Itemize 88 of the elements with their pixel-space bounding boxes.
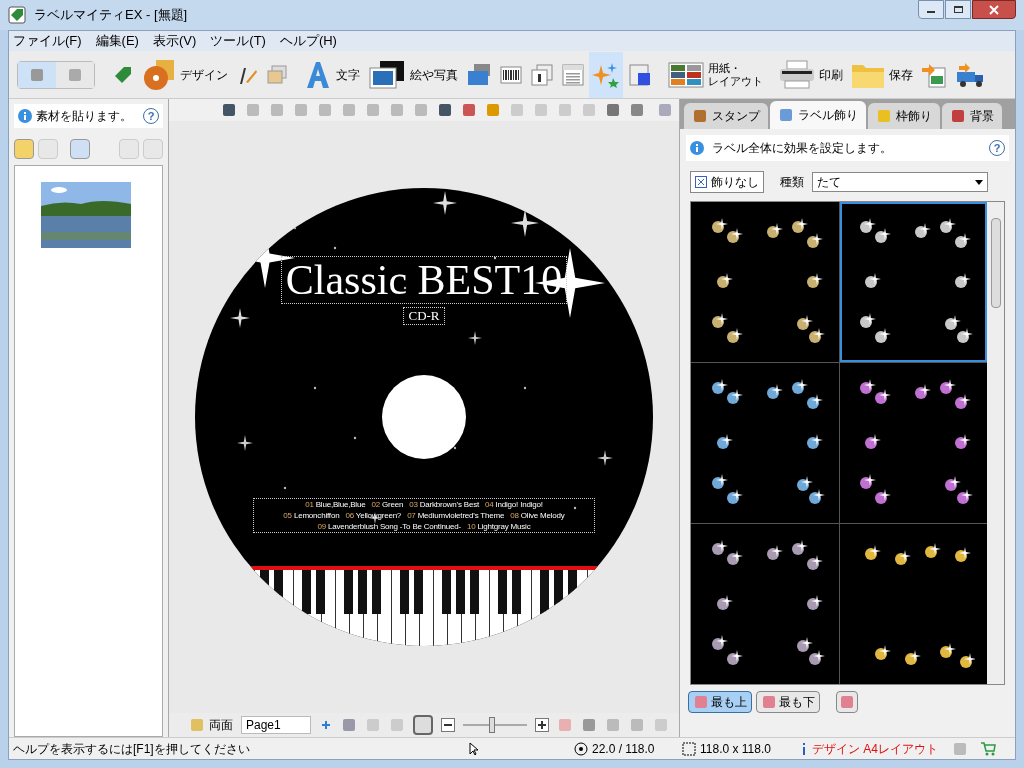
disc-title[interactable]: Classic BEST10 bbox=[280, 256, 568, 304]
info-text: ラベル全体に効果を設定します。 bbox=[712, 140, 892, 157]
decoration-thumbnail[interactable] bbox=[839, 524, 987, 684]
layout-status: デザイン A4レイアウト bbox=[812, 740, 939, 758]
barcode-icon bbox=[500, 65, 522, 84]
images-icon bbox=[266, 63, 288, 86]
paste-button[interactable] bbox=[70, 139, 90, 159]
export-icon bbox=[921, 61, 947, 88]
tab[interactable]: スタンプ bbox=[684, 103, 768, 129]
minimize-icon bbox=[927, 10, 935, 13]
toolbar-button[interactable]: 文字 bbox=[301, 51, 363, 98]
toolbar-button[interactable]: 保存 bbox=[848, 51, 916, 98]
track-list[interactable]: 01 Blue,Blue,Blue 02 Green 03 Darkbrown's Best 04 Indigo! Indigo! 05 Lemonchiffon 06 Yellowgreen? 07 Mediumvioletred's Theme 08 Olive Melody 09 Lavenderblush Song -To Be Continued- 10 Lightgray Music bbox=[253, 498, 595, 533]
tab[interactable]: ラベル飾り bbox=[770, 101, 866, 129]
info-text: 素材を貼ります。 bbox=[36, 108, 132, 125]
type-label: 種類 bbox=[780, 174, 804, 191]
menu-item[interactable]: ツール(T) bbox=[210, 31, 266, 51]
disc-subtitle[interactable]: CD-R bbox=[403, 307, 445, 325]
arrange-icon bbox=[628, 62, 652, 87]
toolbar-button[interactable]: 用紙・ レイアウト bbox=[665, 51, 766, 98]
caret-icon bbox=[975, 179, 983, 185]
layout-icon bbox=[668, 61, 704, 88]
toolbar-button[interactable]: デザイン bbox=[139, 51, 231, 98]
cross-icon bbox=[695, 176, 707, 188]
decoration-thumbnail[interactable] bbox=[839, 363, 987, 523]
menu-item[interactable]: ファイル(F) bbox=[13, 31, 82, 51]
resize-icon bbox=[682, 741, 696, 756]
info-icon bbox=[800, 742, 808, 755]
view-button[interactable] bbox=[56, 61, 94, 88]
track-entry: 09 Lavenderblush Song -To Be Continued- bbox=[317, 521, 461, 532]
calendar-icon bbox=[562, 63, 584, 86]
decoration-thumbnail[interactable] bbox=[691, 202, 839, 362]
info-icon bbox=[18, 109, 32, 123]
menu-item[interactable]: 編集(E) bbox=[95, 31, 139, 51]
track-entry: 01 Blue,Blue,Blue bbox=[305, 499, 366, 510]
zoom-in-icon[interactable] bbox=[535, 718, 549, 732]
close-icon bbox=[989, 4, 999, 15]
size-reading: 118.0 x 118.0 bbox=[700, 740, 772, 758]
add-page-icon[interactable] bbox=[319, 718, 333, 732]
folder-button[interactable] bbox=[14, 139, 34, 159]
menu-item[interactable]: ヘルプ(H) bbox=[279, 31, 337, 51]
scrollbar[interactable] bbox=[987, 202, 1004, 684]
toolbar-button[interactable]: 印刷 bbox=[776, 51, 846, 98]
printer-icon bbox=[779, 59, 815, 90]
decoration-thumbnail[interactable] bbox=[839, 202, 987, 362]
tab[interactable]: 背景 bbox=[942, 103, 1002, 129]
decoration-thumbnail[interactable] bbox=[691, 363, 839, 523]
menu-item[interactable]: 表示(V) bbox=[152, 31, 197, 51]
cart-icon bbox=[980, 741, 996, 756]
photo-icon bbox=[368, 59, 406, 90]
tab[interactable]: 枠飾り bbox=[868, 103, 940, 129]
swap-button[interactable] bbox=[836, 691, 858, 713]
type-dropdown[interactable]: たて bbox=[812, 172, 988, 192]
maximize-icon bbox=[953, 6, 963, 13]
info-icon bbox=[690, 141, 704, 155]
target-icon bbox=[574, 741, 588, 756]
toolbar-button[interactable]: 絵や写真 bbox=[365, 51, 461, 98]
cursor-icon bbox=[469, 741, 479, 756]
maximize-button[interactable] bbox=[945, 0, 971, 19]
picture-icon bbox=[466, 62, 492, 87]
window-title: ラベルマイティEX - [無題] bbox=[34, 6, 188, 25]
track-entry: 10 Lightgray Music bbox=[466, 521, 531, 532]
track-entry: 02 Green bbox=[371, 499, 404, 510]
fit-button[interactable] bbox=[413, 715, 433, 735]
page-icon bbox=[530, 63, 554, 86]
order-button[interactable]: 最も下 bbox=[756, 691, 820, 713]
both-sides-button[interactable]: 両面 bbox=[189, 716, 233, 734]
page-field[interactable]: Page1 bbox=[241, 716, 311, 734]
close-button[interactable] bbox=[972, 0, 1016, 19]
no-decoration-button[interactable]: 飾りなし bbox=[690, 171, 764, 193]
track-entry: 07 Mediumvioletred's Theme bbox=[407, 510, 505, 521]
status-help: ヘルプを表示するには[F1]を押してください bbox=[12, 740, 251, 758]
view-button[interactable] bbox=[18, 61, 56, 88]
track-entry: 04 Indigo! Indigo! bbox=[485, 499, 543, 510]
letter-icon bbox=[304, 59, 332, 90]
zoom-out-icon[interactable] bbox=[441, 718, 455, 732]
slider-thumb[interactable] bbox=[489, 717, 496, 733]
track-entry: 05 Lemonchiffon bbox=[283, 510, 340, 521]
order-button[interactable]: 最も上 bbox=[688, 691, 752, 713]
track-entry: 03 Darkbrown's Best bbox=[409, 499, 479, 510]
minimize-button[interactable] bbox=[918, 0, 944, 19]
truck-icon bbox=[955, 61, 985, 88]
track-entry: 08 Olive Melody bbox=[510, 510, 565, 521]
app-icon bbox=[8, 6, 26, 24]
zoom-slider[interactable] bbox=[463, 717, 527, 733]
radius-reading: 22.0 / 118.0 bbox=[592, 740, 656, 758]
track-entry: 06 Yellowgreen? bbox=[345, 510, 402, 521]
decoration-thumbnail[interactable] bbox=[691, 524, 839, 684]
